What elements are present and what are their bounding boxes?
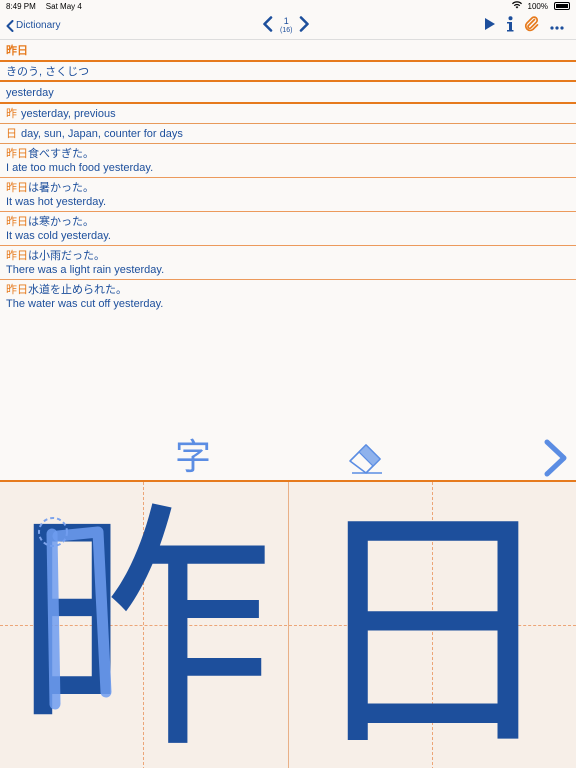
example-jp-text: 水道を止められた。 [28, 284, 127, 296]
practice-toolbar: 字 [0, 438, 576, 478]
battery-icon [554, 2, 570, 10]
example-japanese: 昨日は小雨だった。 [6, 249, 570, 263]
example-sentence[interactable]: 昨日は暑かった。 It was hot yesterday. [0, 178, 576, 212]
example-english: It was cold yesterday. [6, 230, 111, 242]
nav-bar: Dictionary 1 (16) [0, 12, 576, 40]
reading: きのう, さくじつ [0, 62, 576, 82]
chevron-left-icon [263, 15, 273, 32]
page-current: 1 [283, 16, 289, 26]
chevron-left-icon [6, 19, 14, 32]
battery-percent: 100% [527, 1, 548, 11]
headword: 昨日 [0, 40, 576, 62]
chevron-right-icon [300, 15, 310, 32]
example-jp-text: は寒かった。 [28, 216, 94, 228]
example-japanese: 昨日は寒かった。 [6, 215, 570, 229]
attach-button[interactable] [524, 15, 540, 37]
example-sentence[interactable]: 昨日は小雨だった。 There was a light rain yesterd… [0, 246, 576, 280]
paperclip-icon [524, 15, 539, 31]
example-highlight: 昨日 [6, 182, 28, 194]
example-highlight: 昨日 [6, 250, 28, 262]
wifi-icon [511, 1, 522, 11]
example-english: The water was cut off yesterday. [6, 298, 164, 310]
meaning: yesterday [0, 82, 576, 104]
kanji-char: 日 [6, 128, 17, 140]
next-kanji-button[interactable] [540, 438, 570, 483]
nav-actions [484, 12, 564, 40]
kanji-row[interactable]: 日 day, sun, Japan, counter for days [0, 124, 576, 144]
kanji-char: 昨 [6, 108, 17, 120]
chevron-right-icon [544, 439, 567, 477]
info-button[interactable] [506, 15, 514, 37]
status-bar: 8:49 PM Sat May 4 100% [0, 0, 576, 12]
example-japanese: 昨日水道を止められた。 [6, 283, 570, 297]
example-sentence[interactable]: 昨日水道を止められた。 The water was cut off yester… [0, 280, 576, 314]
kanji-meaning: yesterday, previous [21, 108, 116, 120]
kanji-row[interactable]: 昨 yesterday, previous [0, 104, 576, 124]
info-icon [507, 15, 514, 31]
status-time: 8:49 PM [6, 1, 36, 11]
example-english: There was a light rain yesterday. [6, 264, 165, 276]
example-highlight: 昨日 [6, 148, 28, 160]
example-english: It was hot yesterday. [6, 196, 107, 208]
example-jp-text: は小雨だった。 [28, 250, 105, 262]
example-sentence[interactable]: 昨日食べすぎた。 I ate too much food yesterday. [0, 144, 576, 178]
play-button[interactable] [484, 17, 496, 36]
page-total: (16) [280, 27, 293, 34]
more-icon [550, 26, 564, 30]
example-jp-text: 食べすぎた。 [28, 148, 94, 160]
example-jp-text: は暑かった。 [28, 182, 94, 194]
status-date: Sat May 4 [45, 1, 82, 11]
prev-button[interactable] [262, 15, 274, 37]
play-icon [485, 17, 495, 30]
dictionary-entry: 昨日 きのう, さくじつ yesterday 昨 yesterday, previ… [0, 40, 576, 314]
pager: 1 (16) [262, 12, 310, 40]
back-button[interactable]: Dictionary [0, 19, 61, 32]
example-japanese: 昨日食べすぎた。 [6, 147, 570, 161]
example-sentence[interactable]: 昨日は寒かった。 It was cold yesterday. [0, 212, 576, 246]
more-button[interactable] [550, 17, 564, 35]
next-button[interactable] [298, 15, 310, 37]
page-counter: 1 (16) [280, 17, 292, 35]
example-highlight: 昨日 [6, 284, 28, 296]
kanji-meaning: day, sun, Japan, counter for days [21, 128, 183, 140]
stroke-trace [38, 517, 112, 710]
eraser-icon [349, 444, 382, 474]
back-label: Dictionary [16, 20, 61, 31]
example-highlight: 昨日 [6, 216, 28, 228]
example-japanese: 昨日は暑かった。 [6, 181, 570, 195]
writing-panel[interactable]: 昨 日 [0, 480, 576, 768]
kanji-mode-button[interactable]: 字 [175, 438, 211, 478]
example-english: I ate too much food yesterday. [6, 162, 154, 174]
eraser-button[interactable] [346, 442, 386, 481]
